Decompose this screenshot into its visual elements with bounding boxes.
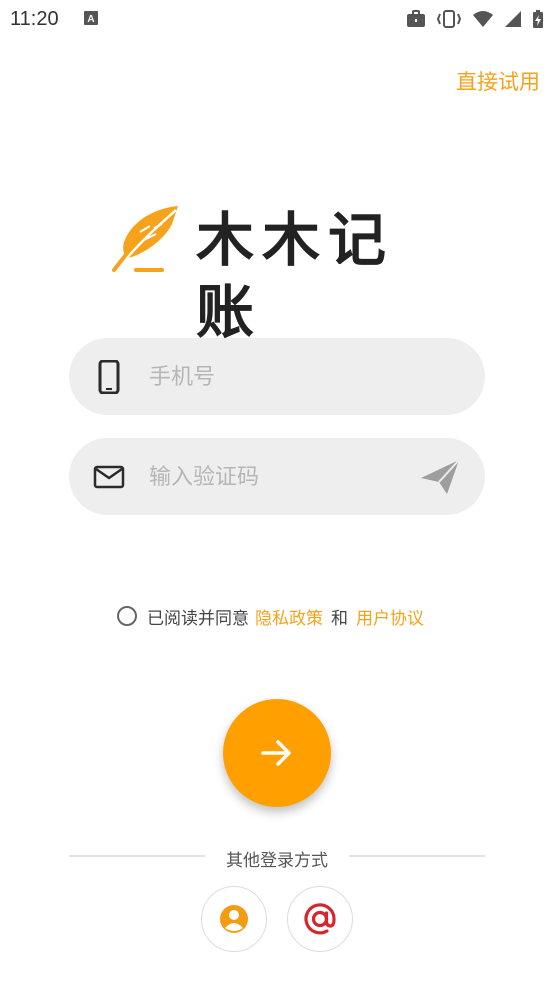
phone-field[interactable] xyxy=(69,338,485,417)
user-icon xyxy=(220,905,248,933)
email-login-button[interactable] xyxy=(287,886,353,952)
phone-icon xyxy=(98,360,120,394)
agreement-row: 已阅读并同意 隐私政策 和 用户协议 xyxy=(117,604,424,629)
agreement-checkbox[interactable] xyxy=(117,606,137,626)
account-login-button[interactable] xyxy=(201,886,267,952)
send-icon[interactable] xyxy=(419,458,461,496)
arrow-right-icon xyxy=(261,740,291,766)
battery-charging-icon xyxy=(533,10,543,28)
brand-name: 木木记账 xyxy=(196,206,395,346)
status-icons xyxy=(406,8,544,30)
try-directly-link[interactable]: 直接试用 xyxy=(456,66,540,96)
svg-text:A: A xyxy=(87,14,94,25)
mail-icon xyxy=(93,465,125,489)
user-agreement-link[interactable]: 用户协议 xyxy=(356,604,424,629)
app-logo: 木木记账 xyxy=(110,200,450,346)
privacy-policy-link[interactable]: 隐私政策 xyxy=(255,604,323,629)
verification-code-input[interactable] xyxy=(147,438,411,517)
feather-pen-icon xyxy=(112,206,178,272)
briefcase-icon xyxy=(407,10,425,27)
agreement-conjunction: 和 xyxy=(331,608,348,629)
status-time: 11:20 xyxy=(10,8,59,30)
verification-code-field[interactable] xyxy=(69,438,485,517)
text-a-icon: A xyxy=(84,11,98,25)
signal-icon xyxy=(505,11,521,27)
status-bar: 11:20 A xyxy=(0,0,554,38)
other-login-label: 其他登录方式 xyxy=(226,851,328,871)
login-submit-button[interactable] xyxy=(223,699,331,807)
phone-input[interactable] xyxy=(147,338,411,417)
at-icon xyxy=(304,903,336,935)
vibrate-icon xyxy=(436,10,462,28)
agreement-prefix: 已阅读并同意 xyxy=(147,608,249,629)
wifi-icon xyxy=(473,11,493,27)
